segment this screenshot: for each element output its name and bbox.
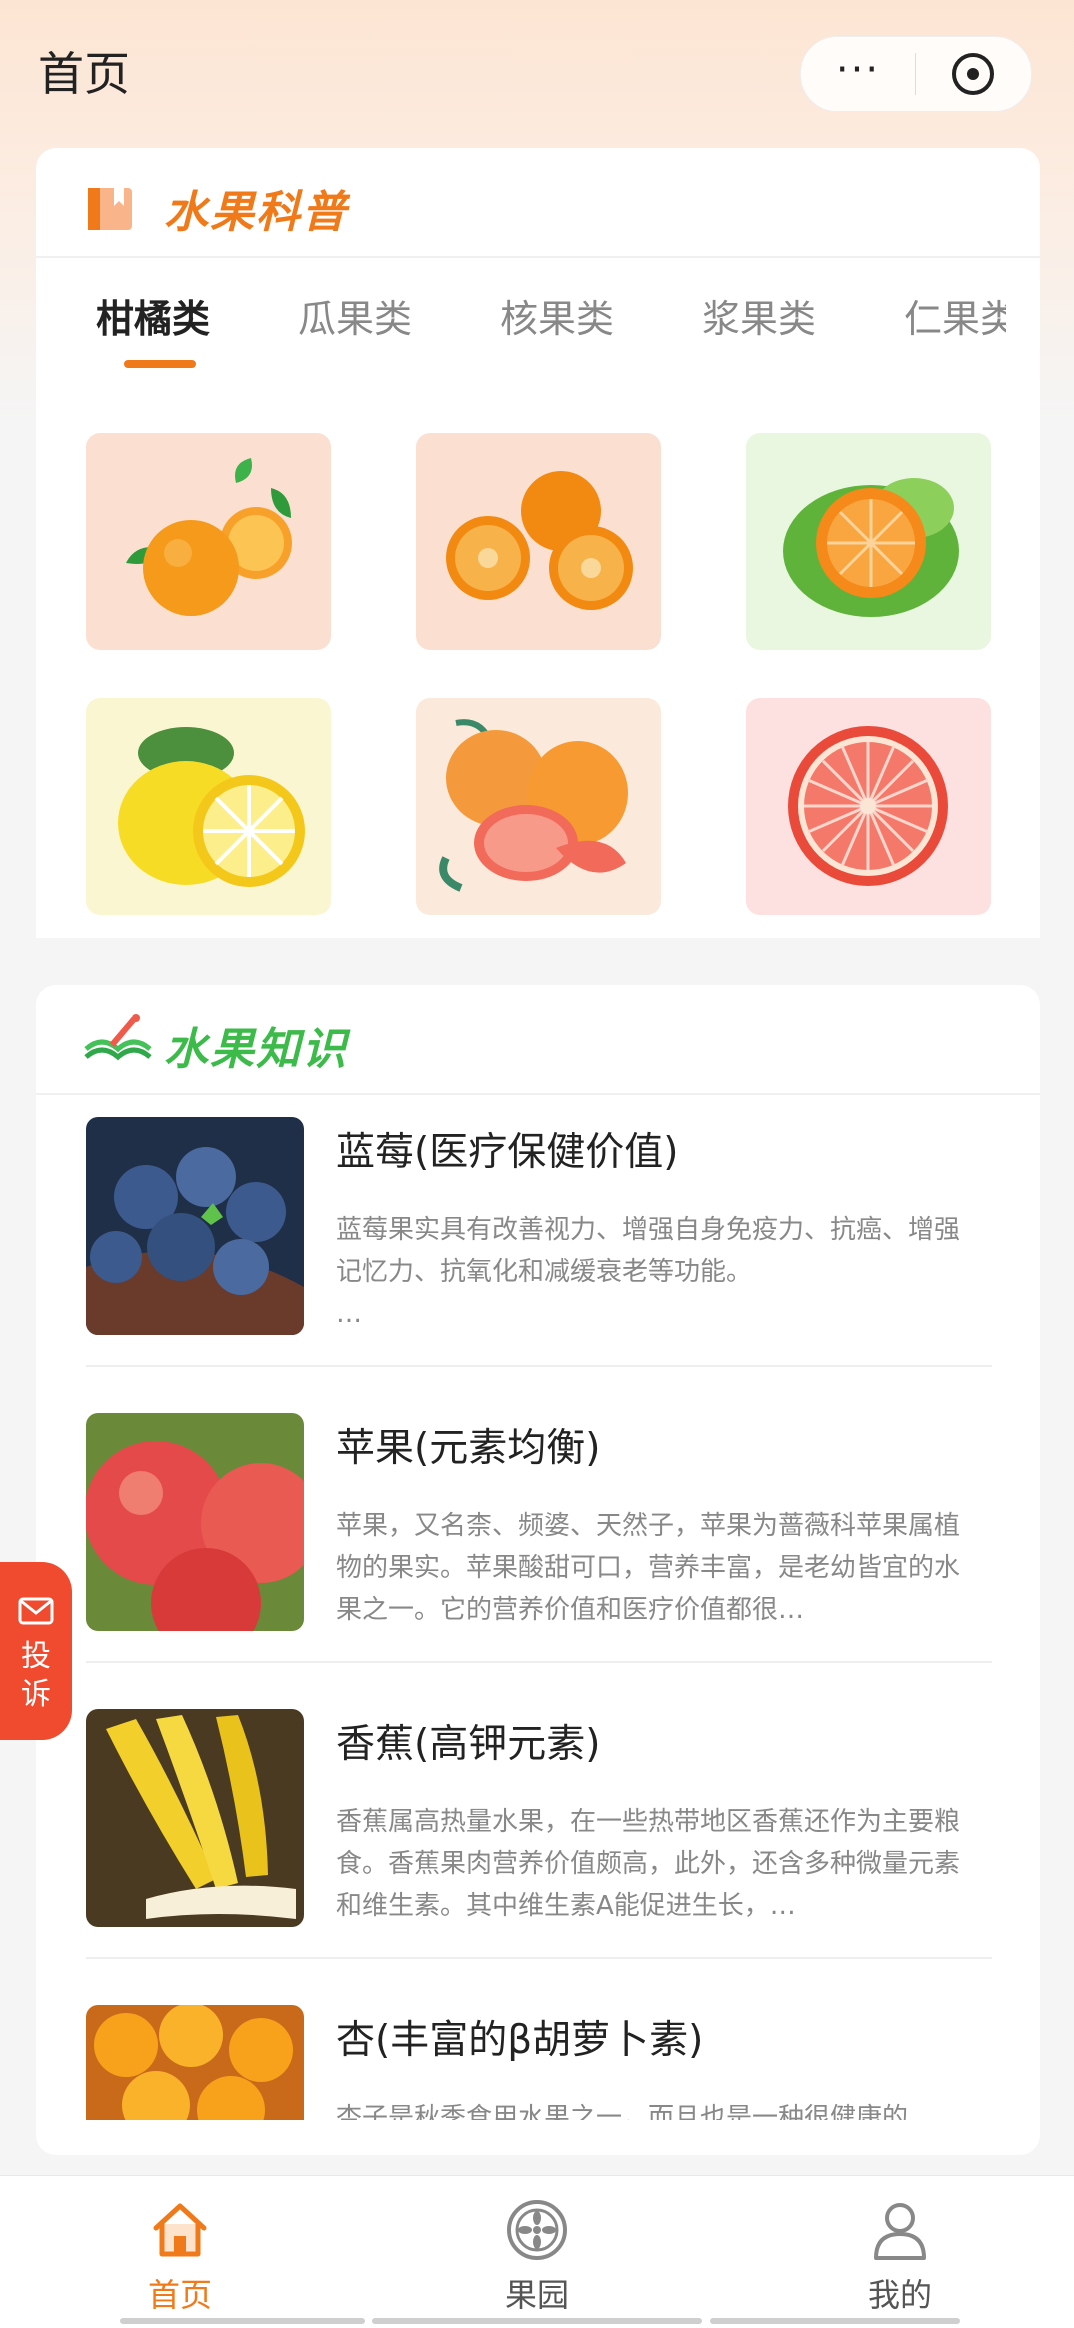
category-tabs: 柑橘类 瓜果类 核果类 浆果类 仁果类 [36, 288, 1006, 368]
article-title: 苹果(元素均衡) [336, 1426, 601, 1471]
article-item-apricot[interactable]: 杏(丰富的β胡萝卜素) 杏子是秋季食用水果之一，而且也是一种很健康的 [86, 2005, 992, 2120]
apple-image [86, 1413, 304, 1631]
complaint-label: 投诉 [21, 1639, 51, 1712]
mini-program-capsule: ··· [800, 36, 1032, 112]
fruit-tile-grapefruit[interactable] [416, 698, 661, 915]
article-thumb-banana [86, 1709, 304, 1927]
tabbar-item-orchard[interactable]: 果园 [427, 2190, 647, 2314]
article-item-banana[interactable]: 香蕉(高钾元素) 香蕉属高热量水果，在一些热带地区香蕉还作为主要粮食。香蕉果肉营… [86, 1709, 992, 1959]
tabbar-label: 首页 [147, 2276, 212, 2314]
article-thumb-apricot [86, 2005, 304, 2120]
close-circle-icon [952, 53, 994, 95]
home-indicator-segment [372, 2318, 702, 2324]
tabbar-label: 果园 [504, 2276, 569, 2314]
divider [86, 1365, 992, 1367]
nav-bar: 首页 ··· [0, 0, 1074, 140]
user-icon [874, 2203, 926, 2260]
fruit-tile-orange[interactable] [86, 433, 331, 650]
apricot-image [86, 2005, 304, 2120]
article-item-apple[interactable]: 苹果(元素均衡) 苹果，又名柰、频婆、天然子，苹果为蔷薇科苹果属植物的果实。苹果… [86, 1413, 992, 1663]
article-summary: 杏子是秋季食用水果之一，而且也是一种很健康的 [336, 2103, 909, 2120]
article-summary: 苹果，又名柰、频婆、天然子，苹果为蔷薇科苹果属植物的果实。苹果酸甜可口，营养丰富… [336, 1511, 961, 1625]
book-icon [88, 188, 132, 230]
article-title: 香蕉(高钾元素) [336, 1722, 601, 1767]
close-button[interactable] [916, 37, 1030, 111]
fruit-knowledge-header: 水果知识 [36, 985, 1040, 1095]
divider [86, 1661, 992, 1663]
fruit-tile-kumquat[interactable] [416, 433, 661, 650]
blueberry-image [86, 1117, 304, 1335]
bottom-tab-bar: 首页 果园 我的 [0, 2175, 1074, 2328]
article-item-blueberry[interactable]: 蓝莓(医疗保健价值) 蓝莓果实具有改善视力、增强自身免疫力、抗癌、增强记忆力、抗… [86, 1117, 992, 1367]
home-indicator-segment [120, 2318, 365, 2324]
mail-icon [18, 1597, 54, 1625]
reading-icon [84, 1014, 152, 1061]
article-title: 杏(丰富的β胡萝卜素) [336, 2018, 704, 2063]
tabbar-label: 我的 [867, 2276, 932, 2314]
active-tab-indicator [124, 360, 196, 368]
article-summary: 香蕉属高热量水果，在一些热带地区香蕉还作为主要粮食。香蕉果肉营养价值颇高，此外，… [336, 1807, 961, 1921]
home-icon [153, 2203, 207, 2257]
tab-drupe[interactable]: 核果类 [500, 288, 614, 343]
kumquat-image [446, 471, 633, 610]
more-button[interactable]: ··· [801, 37, 915, 111]
page-title: 首页 [38, 47, 130, 101]
home-indicator-segment [710, 2318, 960, 2324]
fruit-tile-lemon[interactable] [86, 698, 331, 915]
article-thumb-blueberry [86, 1117, 304, 1335]
divider [86, 1957, 992, 1959]
tabbar-item-home[interactable]: 首页 [70, 2190, 290, 2314]
fruit-knowledge-title: 水果知识 [164, 1024, 348, 1075]
banana-image [86, 1709, 304, 1927]
tab-melon[interactable]: 瓜果类 [298, 288, 412, 343]
orange-image [126, 458, 292, 616]
fruit-science-header: 水果科普 [36, 148, 1040, 258]
article-thumb-apple [86, 1413, 304, 1631]
lemon-image [118, 727, 305, 887]
tab-pome[interactable]: 仁果类 [904, 288, 1006, 343]
fruit-science-title: 水果科普 [164, 187, 348, 238]
orchard-icon [507, 2200, 567, 2260]
fruit-tile-green-tangerine[interactable] [746, 433, 991, 650]
article-summary: 蓝莓果实具有改善视力、增强自身免疫力、抗癌、增强记忆力、抗氧化和减缓衰老等功能。… [336, 1215, 961, 1329]
grapefruit-slice-image [788, 726, 948, 886]
complaint-button[interactable]: 投诉 [0, 1562, 72, 1740]
tabbar-item-mine[interactable]: 我的 [790, 2190, 1010, 2314]
tab-berry[interactable]: 浆果类 [702, 288, 816, 343]
tab-citrus[interactable]: 柑橘类 [96, 288, 210, 343]
article-title: 蓝莓(医疗保健价值) [336, 1130, 679, 1175]
green-tangerine-image [783, 478, 959, 617]
fruit-knowledge-card: 水果知识 蓝莓(医疗保健价值) 蓝莓果实具有改善视力、增强自身免疫力、抗癌、增强… [36, 985, 1040, 2155]
fruit-tile-grapefruit-slice[interactable] [746, 698, 991, 915]
fruit-science-card: 水果科普 柑橘类 瓜果类 核果类 浆果类 仁果类 [36, 148, 1040, 938]
grapefruit-image [439, 719, 628, 892]
